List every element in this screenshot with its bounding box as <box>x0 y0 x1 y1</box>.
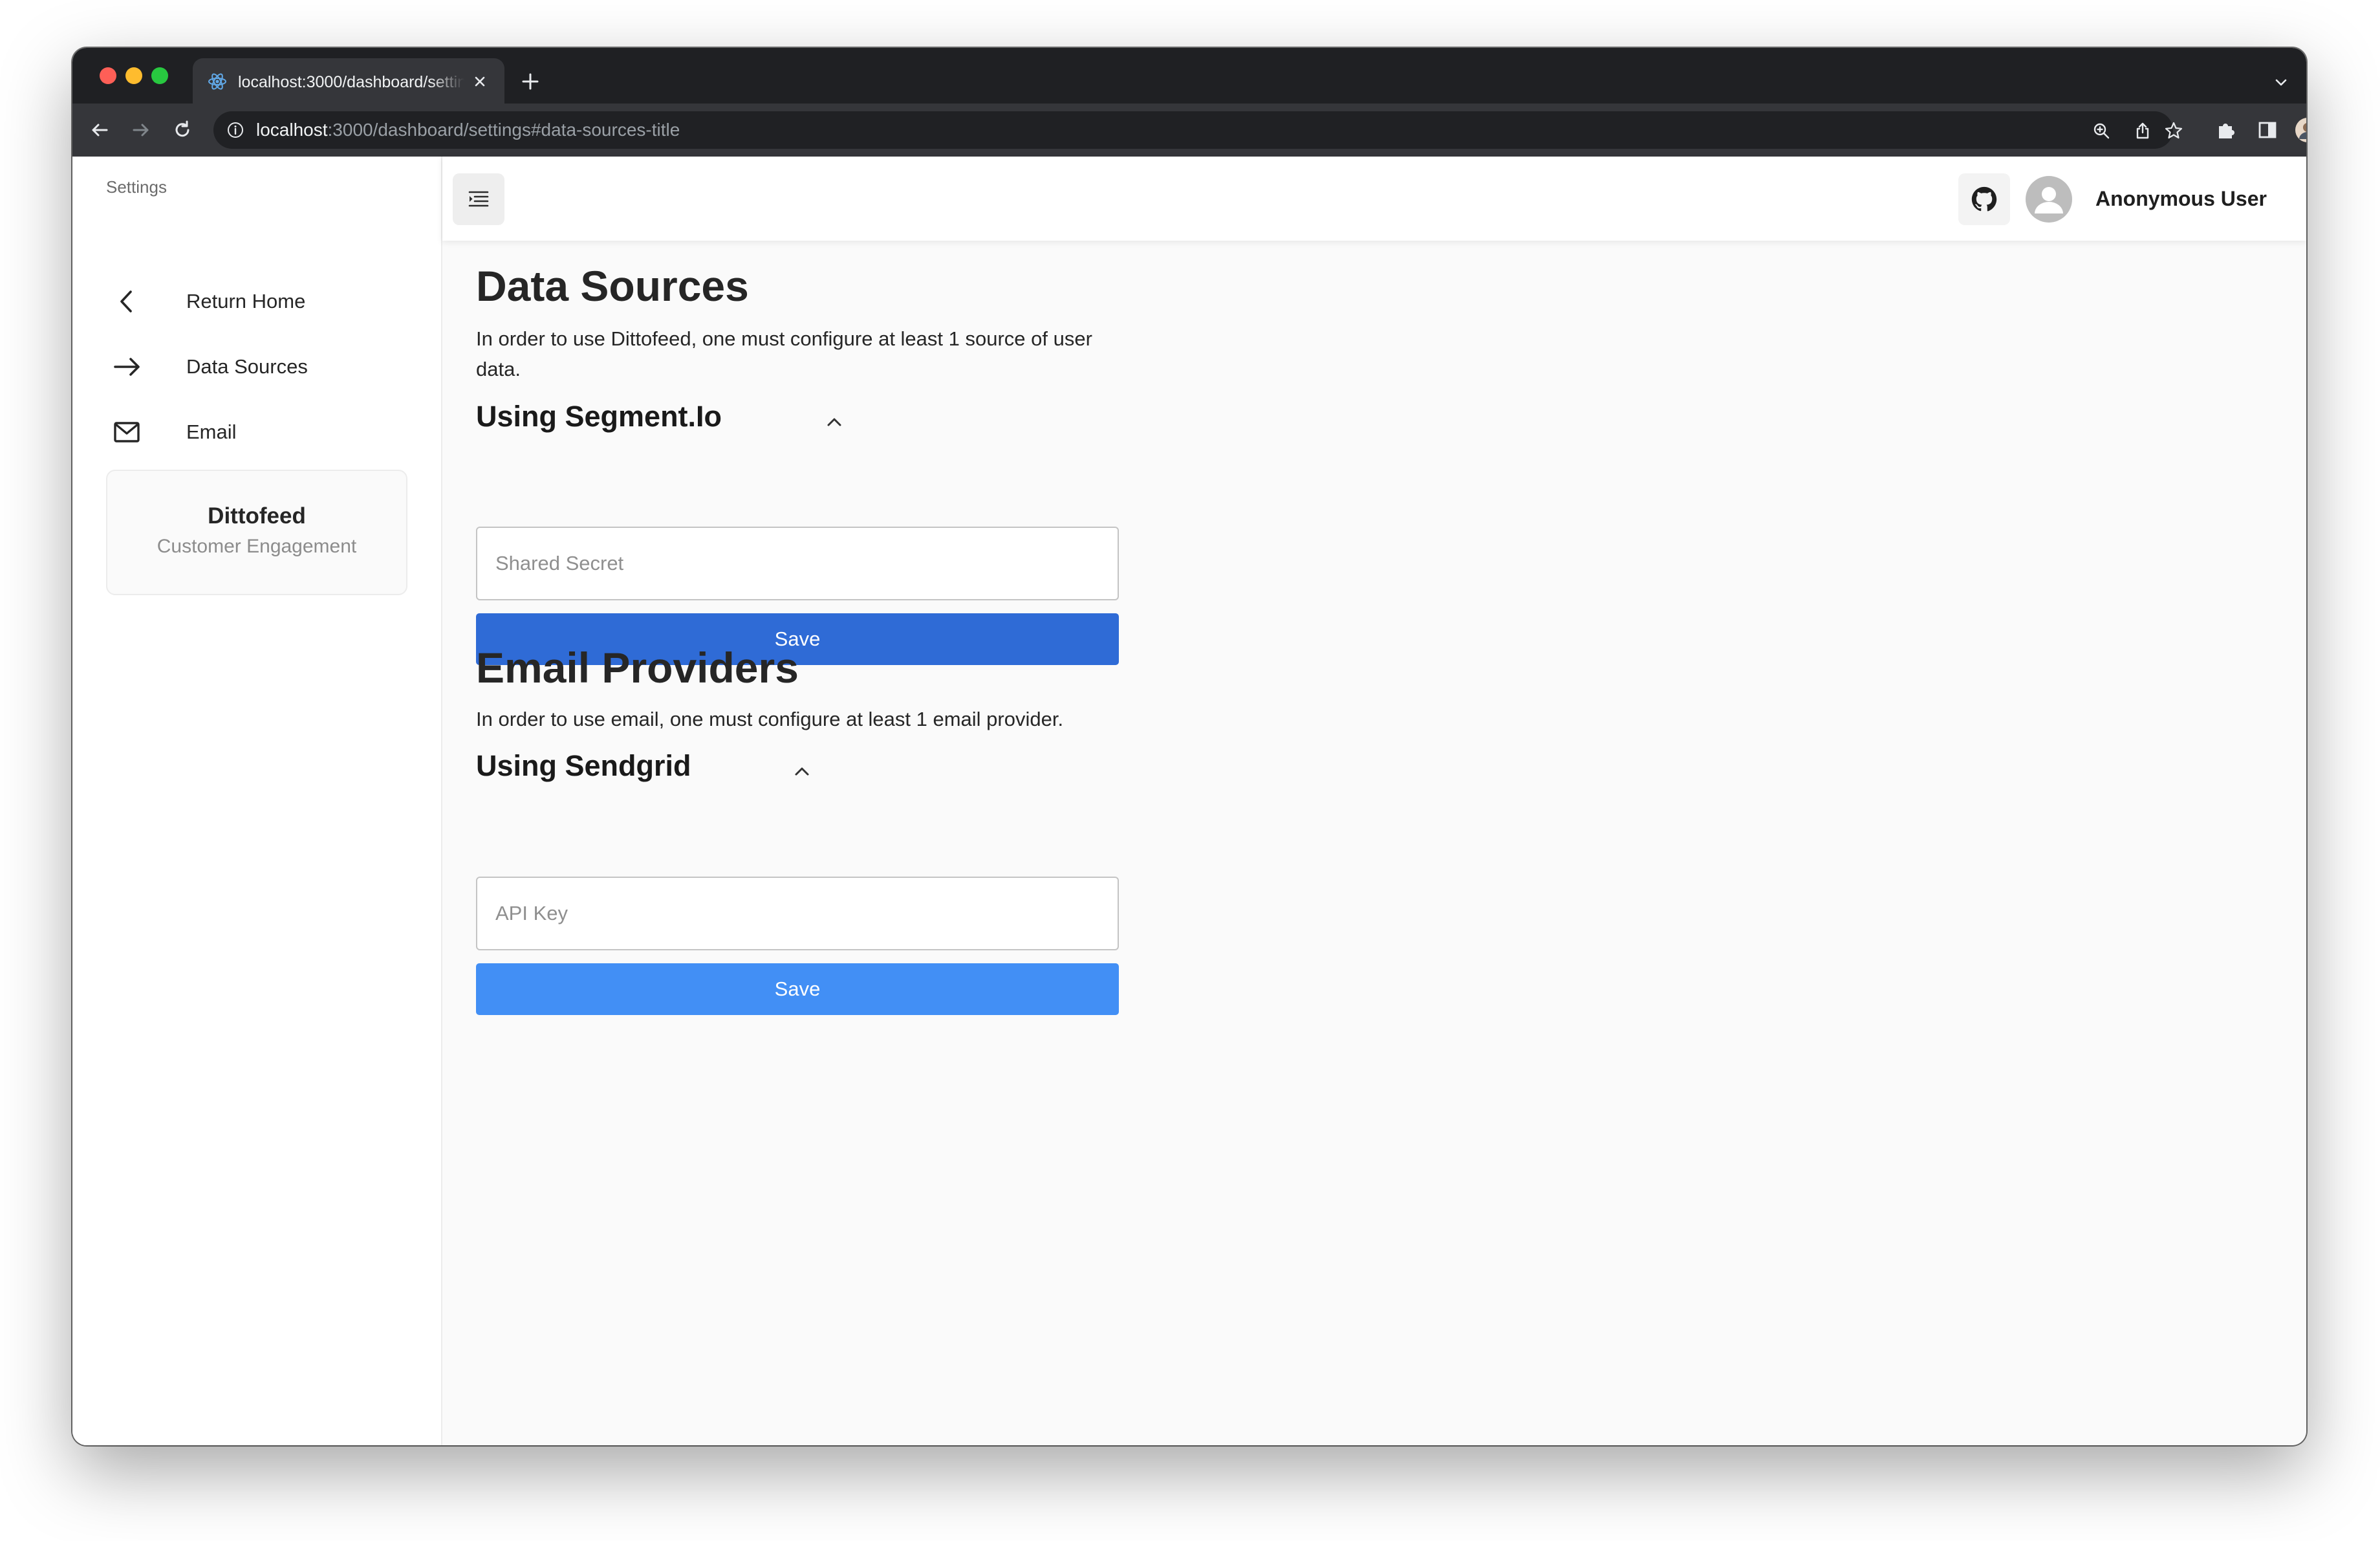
browser-toolbar: localhost:3000/dashboard/settings#data-s… <box>72 104 2306 157</box>
sidebar-item-label: Return Home <box>186 290 306 312</box>
brand-subtitle: Customer Engagement <box>157 536 357 557</box>
minimize-window-button[interactable] <box>125 67 142 84</box>
github-icon <box>1971 186 1997 212</box>
mail-icon <box>114 422 140 443</box>
arrow-right-icon <box>114 358 140 376</box>
browser-window: localhost:3000/dashboard/settings localh… <box>72 48 2306 1445</box>
new-tab-icon[interactable] <box>520 71 541 92</box>
sendgrid-section-title[interactable]: Using Sendgrid <box>476 749 691 783</box>
share-icon[interactable] <box>2133 121 2152 140</box>
chevron-up-icon[interactable] <box>823 410 846 433</box>
sidebar-item-label: Email <box>186 421 237 443</box>
reload-icon[interactable] <box>169 117 195 143</box>
settings-sidebar: Settings Return Home Data Sources Email <box>72 157 442 1445</box>
zoom-window-button[interactable] <box>151 67 168 84</box>
close-window-button[interactable] <box>100 67 116 84</box>
url-path: :3000/dashboard/settings#data-sources-ti… <box>327 120 680 140</box>
user-avatar[interactable] <box>2026 176 2072 223</box>
user-silhouette-icon <box>2035 187 2063 213</box>
browser-titlebar: localhost:3000/dashboard/settings <box>72 48 2306 104</box>
site-info-icon[interactable] <box>226 121 244 139</box>
address-bar[interactable]: localhost:3000/dashboard/settings#data-s… <box>213 111 2173 149</box>
brand-card: Dittofeed Customer Engagement <box>106 470 407 595</box>
data-sources-title: Data Sources <box>476 262 749 310</box>
browser-tab[interactable]: localhost:3000/dashboard/settings <box>193 58 504 104</box>
url-host: localhost <box>256 120 328 140</box>
sidebar-item-return-home[interactable]: Return Home <box>106 276 416 327</box>
tab-search-chevron-icon[interactable] <box>2271 72 2291 92</box>
chevron-left-icon <box>120 290 132 312</box>
extensions-puzzle-icon[interactable] <box>2213 117 2239 143</box>
tab-title: localhost:3000/dashboard/settings <box>238 73 464 91</box>
email-providers-title: Email Providers <box>476 644 799 692</box>
app-viewport: Settings Return Home Data Sources Email <box>72 157 2306 1445</box>
sidebar-item-data-sources[interactable]: Data Sources <box>106 341 416 393</box>
sidebar-heading: Settings <box>106 177 167 197</box>
react-favicon-icon <box>208 73 226 90</box>
sidebar-item-label: Data Sources <box>186 355 308 378</box>
brand-name: Dittofeed <box>208 503 306 529</box>
side-panel-icon[interactable] <box>2255 117 2280 143</box>
url-text: localhost:3000/dashboard/settings#data-s… <box>256 120 680 140</box>
forward-arrow-icon[interactable] <box>128 117 154 143</box>
user-name[interactable]: Anonymous User <box>2095 187 2267 211</box>
bookmark-star-icon[interactable] <box>2164 121 2183 140</box>
save-sendgrid-button[interactable]: Save <box>476 963 1119 1015</box>
data-sources-description: In order to use Dittofeed, one must conf… <box>476 327 1092 380</box>
email-providers-description: In order to use email, one must configur… <box>476 708 1064 730</box>
github-button[interactable] <box>1958 173 2010 225</box>
zoom-icon[interactable] <box>2092 121 2111 140</box>
profile-avatar-icon[interactable] <box>2295 117 2306 143</box>
settings-content: Data Sources In order to use Dittofeed, … <box>476 157 1252 1386</box>
sidebar-item-email[interactable]: Email <box>106 406 416 458</box>
chevron-up-icon[interactable] <box>790 760 814 783</box>
close-tab-icon[interactable] <box>471 72 489 91</box>
api-key-input[interactable] <box>476 877 1119 950</box>
shared-secret-input[interactable] <box>476 527 1119 600</box>
segment-section-title[interactable]: Using Segment.Io <box>476 400 722 433</box>
back-arrow-icon[interactable] <box>87 117 113 143</box>
